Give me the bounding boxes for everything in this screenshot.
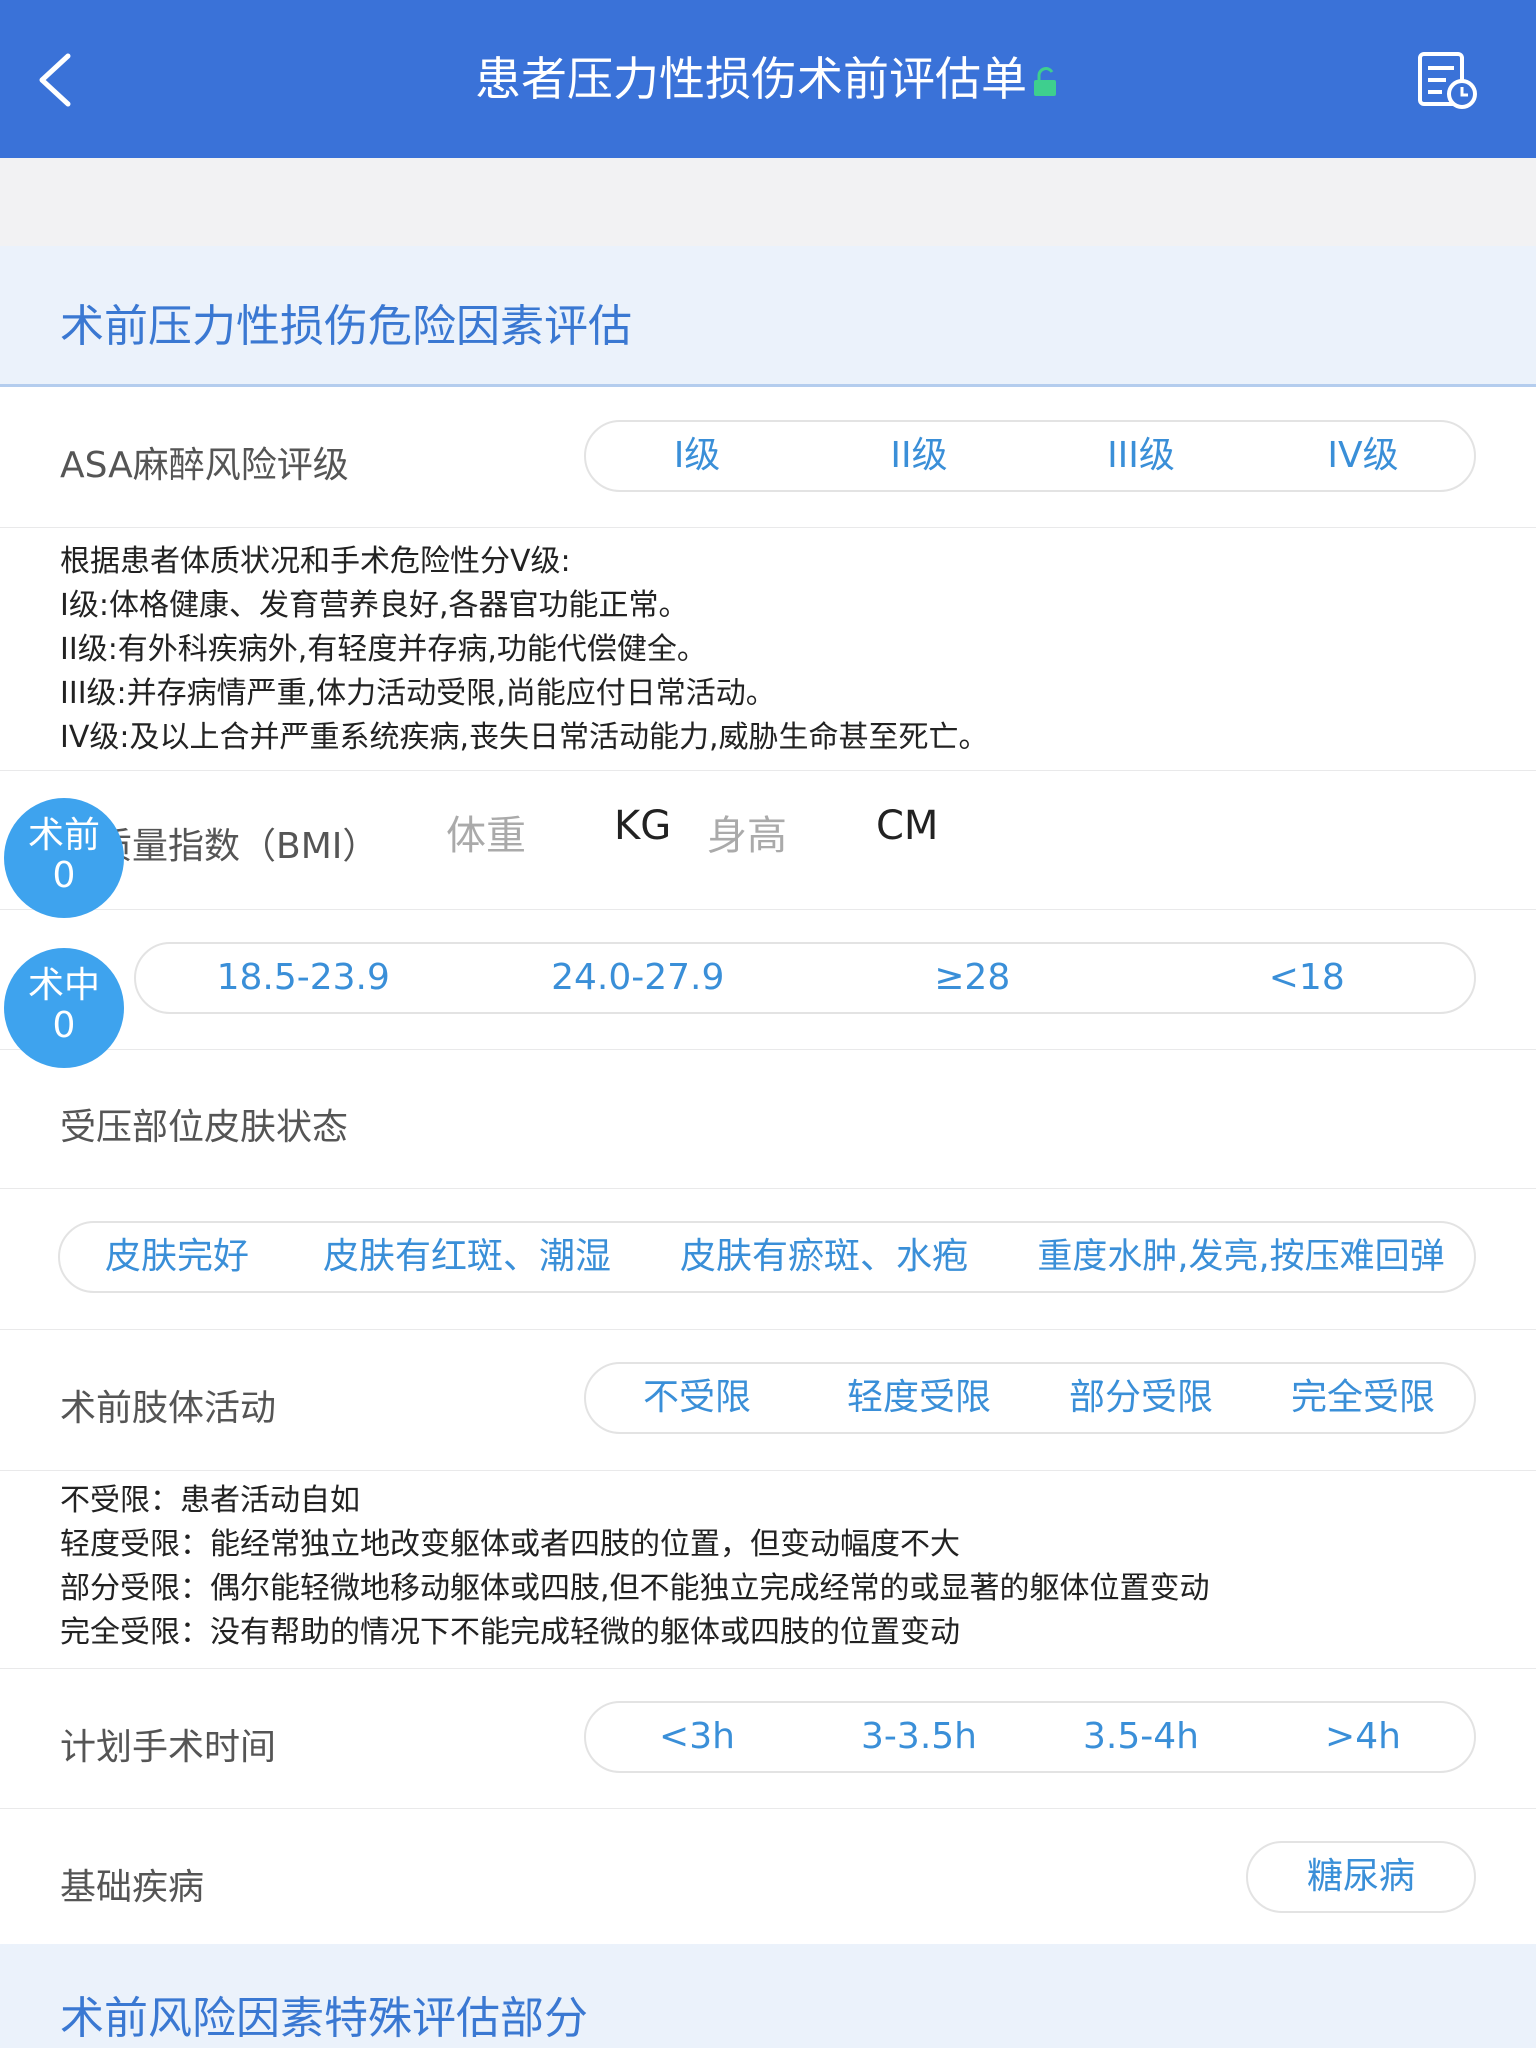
height-input[interactable]: 身高: [707, 803, 787, 861]
section-title: 术前风险因素特殊评估部分: [60, 1993, 588, 2044]
unlock-icon[interactable]: [1031, 66, 1061, 100]
limb-segmented-control: 不受限 轻度受限 部分受限 完全受限: [584, 1362, 1476, 1434]
disease-label: 基础疾病: [60, 1867, 205, 1908]
disease-option-diabetes[interactable]: 糖尿病: [1246, 1841, 1476, 1913]
limb-option-partial[interactable]: 部分受限: [1030, 1364, 1252, 1432]
surgery-time-option-3[interactable]: 3.5-4h: [1030, 1703, 1252, 1771]
asa-option-3[interactable]: III级: [1030, 422, 1252, 490]
asa-description-line: I级:体格健康、发育营养良好,各器官功能正常。: [60, 588, 689, 623]
limb-option-complete[interactable]: 完全受限: [1252, 1364, 1474, 1432]
surgery-time-option-1[interactable]: <3h: [586, 1703, 808, 1771]
limb-description-block: 不受限：患者活动自如 轻度受限：能经常独立地改变躯体或者四肢的位置，但变动幅度不…: [0, 1471, 1536, 1669]
limb-description-line: 不受限：患者活动自如: [60, 1483, 360, 1518]
asa-description-line: IV级:及以上合并严重系统疾病,丧失日常活动能力,威胁生命甚至死亡。: [60, 720, 989, 755]
limb-option-unrestricted[interactable]: 不受限: [586, 1364, 808, 1432]
skin-option-erythema[interactable]: 皮肤有红斑、潮湿: [294, 1223, 640, 1291]
bmi-options-row: 18.5-23.9 24.0-27.9 ≥28 <18: [0, 910, 1536, 1050]
skin-option-edema[interactable]: 重度水肿,发亮,按压难回弹: [1008, 1223, 1474, 1291]
limb-activity-label: 术前肢体活动: [60, 1388, 277, 1429]
intraop-score-bubble[interactable]: 术中 0: [4, 948, 124, 1068]
asa-label: ASA麻醉风险评级: [60, 445, 349, 486]
weight-unit: KG: [614, 803, 672, 849]
bmi-segmented-control: 18.5-23.9 24.0-27.9 ≥28 <18: [134, 942, 1476, 1014]
weight-input[interactable]: 体重: [446, 803, 526, 861]
surgery-time-label: 计划手术时间: [60, 1727, 277, 1768]
bmi-option-normal[interactable]: 18.5-23.9: [136, 944, 471, 1012]
limb-description-line: 轻度受限：能经常独立地改变躯体或者四肢的位置，但变动幅度不大: [60, 1527, 960, 1562]
skin-label-row: 受压部位皮肤状态: [0, 1050, 1536, 1189]
disease-row: 基础疾病 糖尿病: [0, 1809, 1536, 1944]
asa-option-2[interactable]: II级: [808, 422, 1030, 490]
surgery-time-segmented-control: <3h 3-3.5h 3.5-4h >4h: [584, 1701, 1476, 1773]
limb-activity-row: 术前肢体活动 不受限 轻度受限 部分受限 完全受限: [0, 1330, 1536, 1471]
document-clock-icon[interactable]: [1416, 50, 1478, 110]
bmi-option-underweight[interactable]: <18: [1140, 944, 1475, 1012]
bubble-value: 0: [52, 855, 76, 896]
height-unit: CM: [876, 803, 939, 849]
skin-segmented-control: 皮肤完好 皮肤有红斑、潮湿 皮肤有瘀斑、水疱 重度水肿,发亮,按压难回弹: [58, 1221, 1476, 1293]
bubble-label: 术中: [27, 965, 100, 1006]
surgery-time-option-4[interactable]: >4h: [1252, 1703, 1474, 1771]
bmi-row: 体质量指数（BMI） 体重 KG 身高 CM: [0, 771, 1536, 910]
asa-option-4[interactable]: IV级: [1252, 422, 1474, 490]
asa-description-line: III级:并存病情严重,体力活动受限,尚能应付日常活动。: [60, 676, 776, 711]
bubble-label: 术前: [27, 815, 100, 856]
surgery-time-row: 计划手术时间 <3h 3-3.5h 3.5-4h >4h: [0, 1669, 1536, 1809]
limb-description-line: 部分受限：偶尔能轻微地移动躯体或四肢,但不能独立完成经常的或显著的躯体位置变动: [60, 1571, 1210, 1606]
top-spacer: [0, 158, 1536, 246]
section-header-special: 术前风险因素特殊评估部分: [0, 1944, 1536, 2048]
skin-label: 受压部位皮肤状态: [60, 1107, 349, 1148]
skin-option-intact[interactable]: 皮肤完好: [60, 1223, 294, 1291]
skin-option-bruise[interactable]: 皮肤有瘀斑、水疱: [640, 1223, 1008, 1291]
asa-description-block: 根据患者体质状况和手术危险性分V级: I级:体格健康、发育营养良好,各器官功能正…: [0, 528, 1536, 771]
asa-description-line: II级:有外科疾病外,有轻度并存病,功能代偿健全。: [60, 632, 707, 667]
limb-description-line: 完全受限：没有帮助的情况下不能完成轻微的躯体或四肢的位置变动: [60, 1615, 960, 1650]
asa-segmented-control: I级 II级 III级 IV级: [584, 420, 1476, 492]
asa-row: ASA麻醉风险评级 I级 II级 III级 IV级: [0, 387, 1536, 528]
top-nav-bar: 患者压力性损伤术前评估单: [0, 0, 1536, 158]
surgery-time-option-2[interactable]: 3-3.5h: [808, 1703, 1030, 1771]
bmi-option-overweight[interactable]: 24.0-27.9: [471, 944, 806, 1012]
asa-description-line: 根据患者体质状况和手术危险性分V级:: [60, 544, 571, 579]
section-title: 术前压力性损伤危险因素评估: [60, 301, 632, 352]
limb-option-mild[interactable]: 轻度受限: [808, 1364, 1030, 1432]
section-header-risk-factors: 术前压力性损伤危险因素评估: [0, 246, 1536, 387]
bubble-value: 0: [52, 1005, 76, 1046]
asa-option-1[interactable]: I级: [586, 422, 808, 490]
skin-options-row: 皮肤完好 皮肤有红斑、潮湿 皮肤有瘀斑、水疱 重度水肿,发亮,按压难回弹: [0, 1189, 1536, 1330]
preop-score-bubble[interactable]: 术前 0: [4, 798, 124, 918]
page-title: 患者压力性损伤术前评估单: [0, 0, 1536, 158]
bmi-option-obese[interactable]: ≥28: [805, 944, 1140, 1012]
